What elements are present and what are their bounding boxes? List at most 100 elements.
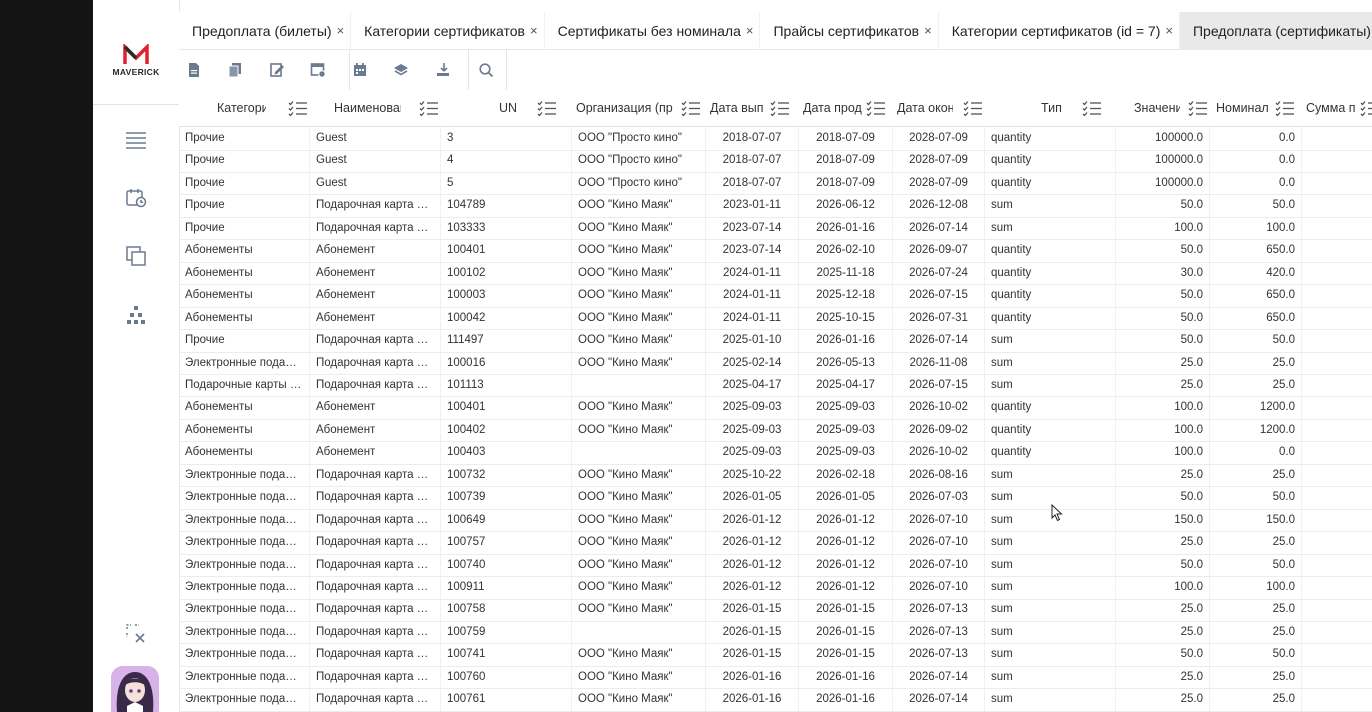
table-row[interactable]: Электронные подаро... Подарочная карта 50… (179, 553, 1372, 578)
tab-5[interactable]: Предоплата (сертификаты)× (1179, 12, 1372, 49)
column-header-2[interactable]: UN (441, 90, 572, 126)
table-row[interactable]: Прочие Guest 3 ООО "Просто кино" 2018-07-07 2… (179, 127, 1372, 151)
column-header-4[interactable]: Дата вып (706, 90, 799, 126)
column-header-7[interactable]: Тип (985, 90, 1116, 126)
avatar[interactable] (111, 666, 159, 712)
table-row[interactable]: Абонементы Абонемент 100042 ООО "Кино Маяк"… (179, 306, 1372, 331)
table-row[interactable]: Абонементы Абонемент 100403 2025-09-03 2025-… (179, 441, 1372, 465)
table-cell: 100740 (441, 553, 572, 577)
export-button[interactable] (432, 59, 454, 81)
calendar-button[interactable] (349, 59, 371, 81)
table-cell: ООО "Просто кино" (572, 149, 706, 172)
table-row[interactable]: Прочие Подарочная карта Sil... 103333 ООО "… (179, 216, 1372, 241)
column-filter-icon[interactable] (419, 100, 439, 116)
edit-button[interactable] (266, 59, 288, 81)
table-cell: 100741 (441, 643, 572, 666)
new-document-button[interactable] (183, 59, 205, 81)
table-cell: Подарочная карта 25... (310, 688, 441, 711)
column-header-5[interactable]: Дата прод (799, 90, 893, 126)
table-row[interactable]: Электронные подаро... Подарочная карта 25… (179, 463, 1372, 488)
tab-close-icon[interactable]: × (530, 23, 538, 38)
table-cell: 100.0 (1116, 418, 1210, 442)
close-selection-icon[interactable] (123, 622, 149, 646)
table-row[interactable]: Абонементы Абонемент 100003 ООО "Кино Маяк"… (179, 284, 1372, 308)
tab-bar: Предоплата (билеты) × Категории сертификат… (179, 12, 1372, 49)
tab-0[interactable]: Предоплата (билеты) × (179, 12, 352, 49)
table-cell: Абонементы (179, 284, 310, 307)
tab-label: Прайсы сертификатов (773, 22, 920, 39)
column-header-1[interactable]: Наименование (310, 90, 441, 126)
column-filter-icon[interactable] (681, 100, 701, 116)
table-row[interactable]: Электронные подаро... Подарочная карта 25… (179, 598, 1372, 622)
table-row[interactable]: Электронные подаро... Подарочная карта 25… (179, 531, 1372, 555)
table-row[interactable]: Абонементы Абонемент 100401 ООО "Кино Маяк"… (179, 396, 1372, 420)
table-row[interactable]: Электронные подаро... Подарочная карта 25… (179, 665, 1372, 690)
tab-close-icon[interactable]: × (337, 23, 345, 38)
column-header-9[interactable]: Номинал (1210, 90, 1302, 126)
windows-icon[interactable] (123, 244, 149, 268)
column-header-8[interactable]: Значение (1116, 90, 1210, 126)
table-row[interactable]: Электронные подаро... Подарочная карта 25… (179, 688, 1372, 712)
tab-close-icon[interactable]: × (746, 23, 754, 38)
copy-button[interactable] (224, 59, 246, 81)
table-row[interactable]: Электронные подаро... Подарочная карта 50… (179, 643, 1372, 667)
table-cell: quantity (985, 284, 1116, 307)
table-cell: 2025-04-17 (706, 373, 799, 397)
table-cell: Подарочная карта 25... (310, 351, 441, 374)
column-filter-icon[interactable] (537, 100, 557, 116)
table-row[interactable]: Электронные подаро... Подарочная карта 25… (179, 620, 1372, 645)
column-header-label: Номинал (1216, 101, 1269, 115)
table-cell: ООО "Кино Маяк" (572, 418, 706, 442)
menu-icon[interactable] (123, 128, 149, 152)
logo[interactable]: MAVERICK (93, 0, 179, 105)
table-row[interactable]: Абонементы Абонемент 100402 ООО "Кино Маяк"… (179, 418, 1372, 443)
column-header-3[interactable]: Организация (пр (572, 90, 706, 126)
tab-close-icon[interactable]: × (1165, 23, 1173, 38)
window-settings-button[interactable] (307, 59, 329, 81)
table-cell: 100739 (441, 486, 572, 509)
table-cell: 2025-02-14 (706, 351, 799, 374)
column-filter-icon[interactable] (1188, 100, 1208, 116)
table-cell-empty (1302, 441, 1372, 464)
table-row[interactable]: Прочие Подарочная карта Sil... 111497 ООО "… (179, 329, 1372, 353)
table-cell: 50.0 (1116, 306, 1210, 330)
layers-button[interactable] (390, 59, 412, 81)
column-filter-icon[interactable] (1275, 100, 1295, 116)
column-filter-icon[interactable] (866, 100, 886, 116)
tab-4[interactable]: Категории сертификатов (id = 7) × (939, 12, 1180, 49)
table-cell: Guest (310, 149, 441, 172)
search-button[interactable] (475, 59, 497, 81)
table-row[interactable]: Подарочные карты с ... Подарочная карта 2… (179, 373, 1372, 398)
table-cell: 25.0 (1210, 620, 1302, 644)
column-filter-icon[interactable] (1082, 100, 1102, 116)
table-row[interactable]: Абонементы Абонемент 100401 ООО "Кино Маяк"… (179, 239, 1372, 263)
table-row[interactable]: Электронные подаро... Подарочная карта 15… (179, 508, 1372, 533)
column-filter-icon[interactable] (770, 100, 790, 116)
table-cell-empty (1302, 509, 1372, 532)
tab-2[interactable]: Сертификаты без номинала × (545, 12, 761, 49)
table-row[interactable]: Прочие Guest 5 ООО "Просто кино" 2018-07-07 2… (179, 171, 1372, 196)
column-filter-icon[interactable] (963, 100, 983, 116)
column-filter-icon[interactable] (1360, 100, 1372, 116)
table-cell: ООО "Кино Маяк" (572, 284, 706, 307)
table-cell: ООО "Кино Маяк" (572, 463, 706, 487)
table-row[interactable]: Прочие Подарочная карта Sil... 104789 ООО "… (179, 194, 1372, 218)
column-header-10[interactable]: Сумма прс (1302, 90, 1372, 126)
table-row[interactable]: Электронные подаро... Подарочная карта 50… (179, 486, 1372, 510)
table-cell-empty (1302, 419, 1372, 442)
tab-close-icon[interactable]: × (924, 23, 932, 38)
table-row[interactable]: Абонементы Абонемент 100102 ООО "Кино Маяк"… (179, 261, 1372, 286)
column-header-6[interactable]: Дата оконча (893, 90, 985, 126)
table-row[interactable]: Прочие Guest 4 ООО "Просто кино" 2018-07-07 2… (179, 149, 1372, 173)
calendar-clock-icon[interactable] (123, 186, 149, 210)
hierarchy-icon[interactable] (123, 303, 149, 327)
table-cell: 2025-01-10 (706, 329, 799, 352)
tab-1[interactable]: Категории сертификатов × (351, 12, 545, 49)
table-row[interactable]: Электронные подаро... Подарочная карта 10… (179, 576, 1372, 600)
table-cell: Подарочная карта Sil... (310, 216, 441, 240)
column-header-0[interactable]: Категория (179, 90, 310, 126)
tab-3[interactable]: Прайсы сертификатов × (760, 12, 939, 49)
column-filter-icon[interactable] (288, 100, 308, 116)
table-row[interactable]: Электронные подаро... Подарочная карта 25… (179, 351, 1372, 375)
table-cell: 100403 (441, 441, 572, 464)
